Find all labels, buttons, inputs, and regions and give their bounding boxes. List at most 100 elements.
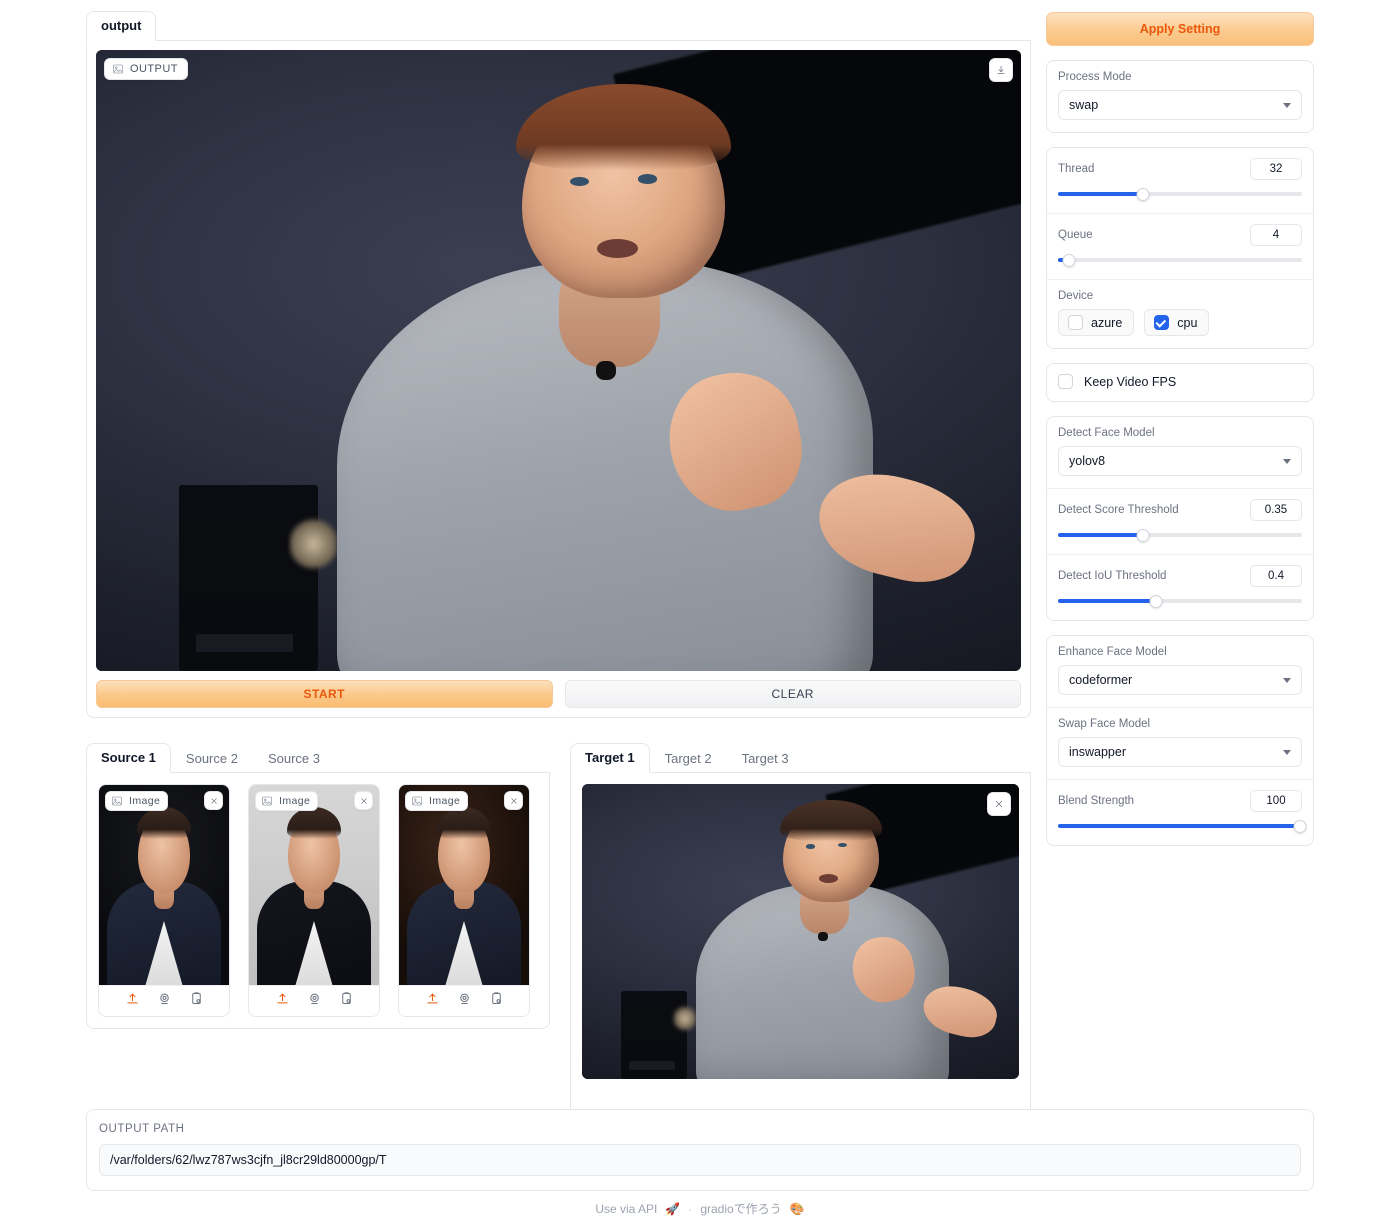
device-options: azure cpu [1058, 309, 1302, 336]
tab-output[interactable]: output [86, 11, 157, 41]
checkbox-checked-icon[interactable] [1154, 315, 1170, 330]
swap-face-model-label: Swap Face Model [1058, 718, 1151, 730]
output-badge: OUTPUT [104, 58, 188, 80]
source-thumbnail-2-image[interactable]: Image [249, 785, 379, 985]
upload-icon[interactable] [125, 991, 140, 1011]
checkbox-icon[interactable] [1058, 374, 1073, 389]
clear-button-label: CLEAR [771, 687, 814, 701]
thread-slider[interactable] [1058, 187, 1302, 201]
device-option-cpu[interactable]: cpu [1144, 309, 1210, 336]
process-mode-label: Process Mode [1058, 71, 1132, 83]
target-image[interactable] [581, 784, 1019, 1079]
download-button[interactable] [989, 58, 1013, 82]
output-badge-label: OUTPUT [130, 63, 178, 75]
blend-strength-slider[interactable] [1058, 819, 1307, 833]
source-thumbnail-2-toolbar [249, 985, 379, 1016]
tab-target-2[interactable]: Target 2 [650, 744, 727, 773]
source-thumbnail-2[interactable]: Image [248, 784, 380, 1017]
thread-label: Thread [1058, 163, 1095, 175]
tab-output-label: output [101, 18, 142, 33]
footer: Use via API 🚀 · gradioで作ろう 🎨 [0, 1200, 1400, 1217]
tab-target-1[interactable]: Target 1 [569, 743, 650, 773]
detect-face-model-select[interactable]: yolov8 [1058, 446, 1302, 476]
chevron-down-icon [1283, 102, 1291, 108]
paste-icon[interactable] [339, 991, 354, 1011]
detect-iou-threshold-value-input[interactable]: 0.4 [1250, 565, 1302, 587]
source-photo-1 [99, 785, 229, 985]
process-mode-select[interactable]: swap [1058, 90, 1302, 120]
image-icon [412, 796, 422, 806]
tab-source-3[interactable]: Source 3 [253, 744, 335, 773]
paste-icon[interactable] [189, 991, 204, 1011]
settings-column: Apply Setting Process Mode swap Thread 3… [1046, 12, 1314, 846]
webcam-icon[interactable] [307, 991, 322, 1011]
detect-card: Detect Face Model yolov8 Detect Score Th… [1046, 416, 1314, 621]
process-mode-section: Process Mode swap [1047, 61, 1313, 132]
image-icon [112, 796, 122, 806]
app-root: output OUTPUT START CLEAR Source 1 Sourc… [0, 0, 1400, 1231]
swap-face-model-section: Swap Face Model inswapper [1047, 707, 1313, 779]
performance-card: Thread 32 Queue 4 Device azure cpu [1046, 147, 1314, 349]
detect-face-model-label: Detect Face Model [1058, 427, 1155, 439]
paste-icon[interactable] [489, 991, 504, 1011]
upload-icon[interactable] [275, 991, 290, 1011]
thread-section: Thread 32 [1047, 148, 1313, 213]
source-panel-body: Image Image Image [86, 773, 550, 1029]
apply-setting-button[interactable]: Apply Setting [1046, 12, 1314, 46]
output-photo [96, 50, 1021, 671]
detect-score-threshold-section: Detect Score Threshold 0.35 [1047, 488, 1313, 554]
enhance-face-model-select[interactable]: codeformer [1058, 665, 1302, 695]
model-card: Enhance Face Model codeformer Swap Face … [1046, 635, 1314, 846]
detect-score-threshold-value-input[interactable]: 0.35 [1250, 499, 1302, 521]
tab-source-1[interactable]: Source 1 [86, 743, 171, 773]
tab-source-2[interactable]: Source 2 [171, 744, 253, 773]
tab-source-1-label: Source 1 [101, 750, 156, 765]
source-thumbnail-3[interactable]: Image [398, 784, 530, 1017]
thread-value: 32 [1269, 163, 1283, 175]
detect-score-threshold-label: Detect Score Threshold [1058, 504, 1179, 516]
detect-iou-threshold-slider[interactable] [1058, 594, 1302, 608]
thread-value-input[interactable]: 32 [1250, 158, 1302, 180]
queue-value-input[interactable]: 4 [1250, 224, 1302, 246]
source-thumbnail-3-image[interactable]: Image [399, 785, 529, 985]
palette-icon: 🎨 [789, 1201, 805, 1216]
tab-source-2-label: Source 2 [185, 751, 238, 766]
source-thumbnail-3-badge-label: Image [429, 795, 461, 807]
checkbox-icon[interactable] [1068, 315, 1083, 330]
upload-icon[interactable] [425, 991, 440, 1011]
source-thumbnail-2-close-button[interactable] [354, 791, 373, 810]
device-option-azure[interactable]: azure [1058, 309, 1135, 336]
webcam-icon[interactable] [457, 991, 472, 1011]
source-thumbnail-1-image[interactable]: Image [99, 785, 229, 985]
output-image[interactable]: OUTPUT [96, 50, 1021, 671]
source-thumbnail-3-close-button[interactable] [504, 791, 523, 810]
detect-score-threshold-slider[interactable] [1058, 528, 1302, 542]
device-section: Device azure cpu [1047, 279, 1313, 348]
source-thumbnail-1-close-button[interactable] [204, 791, 223, 810]
close-icon [510, 797, 517, 804]
source-thumbnail-3-toolbar [399, 985, 529, 1016]
source-panel: Source 1 Source 2 Source 3 Image Image I… [86, 743, 550, 1029]
output-path-value: /var/folders/62/lwz787ws3cjfn_jl8cr29ld8… [110, 1153, 387, 1167]
clear-button[interactable]: CLEAR [564, 680, 1021, 708]
tab-target-3[interactable]: Target 3 [727, 744, 804, 773]
target-panel-body [569, 773, 1031, 1129]
webcam-icon[interactable] [157, 991, 172, 1011]
swap-face-model-select[interactable]: inswapper [1058, 737, 1302, 767]
start-button[interactable]: START [96, 680, 553, 708]
start-button-label: START [303, 687, 345, 701]
source-thumbnail-2-badge-label: Image [279, 795, 311, 807]
image-icon [113, 64, 123, 74]
output-path-block: OUTPUT PATH /var/folders/62/lwz787ws3cjf… [86, 1109, 1314, 1191]
queue-slider[interactable] [1058, 253, 1302, 267]
blend-strength-value-input[interactable]: 100 [1250, 790, 1302, 812]
use-via-api-link[interactable]: Use via API [595, 1202, 657, 1216]
built-with-gradio-link[interactable]: gradioで作ろう [700, 1200, 781, 1217]
output-path-input[interactable]: /var/folders/62/lwz787ws3cjfn_jl8cr29ld8… [99, 1144, 1301, 1176]
blend-strength-section: Blend Strength 100 [1047, 779, 1313, 845]
target-close-button[interactable] [987, 792, 1011, 816]
keep-video-fps-checkbox[interactable]: Keep Video FPS [1058, 374, 1302, 389]
detect-face-model-value: yolov8 [1069, 454, 1106, 468]
source-thumbnail-1[interactable]: Image [98, 784, 230, 1017]
source-tabstrip: Source 1 Source 2 Source 3 [86, 743, 550, 773]
